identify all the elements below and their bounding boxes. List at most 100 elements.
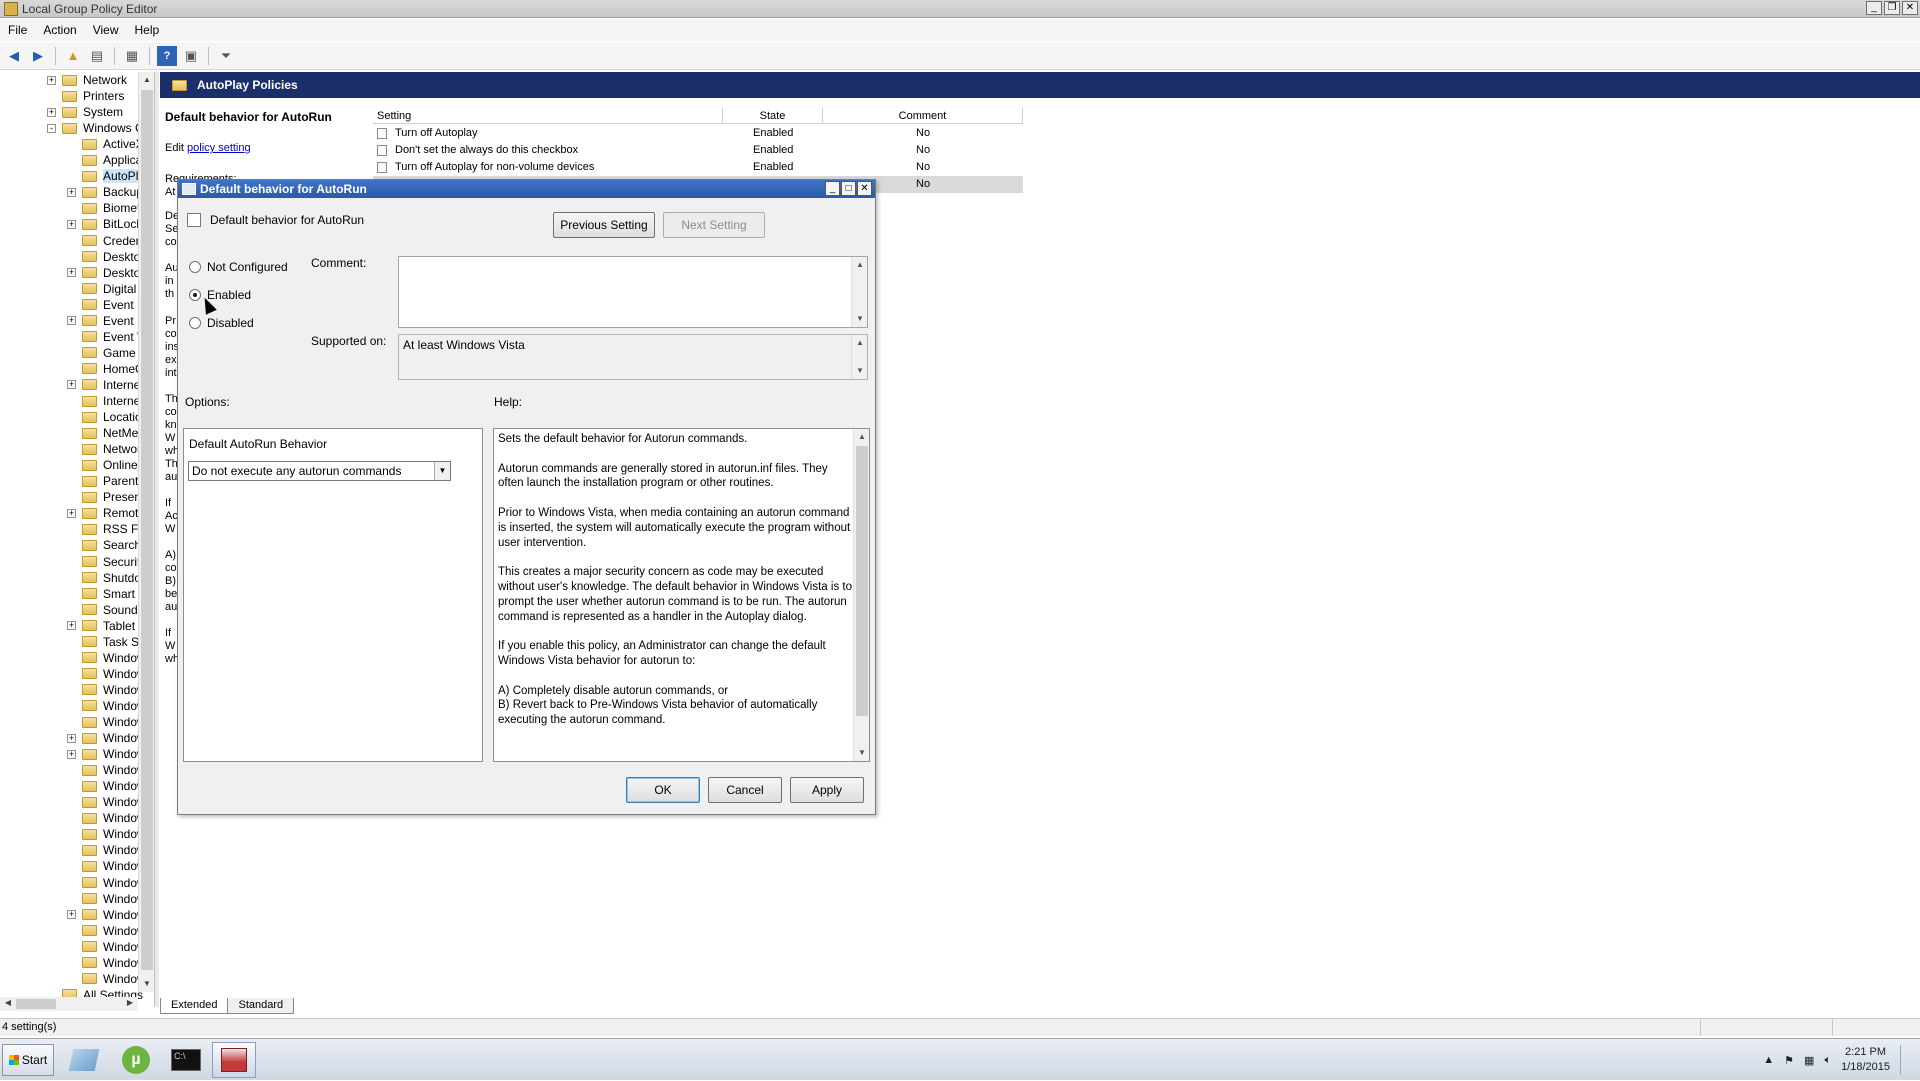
apply-button[interactable]: Apply — [790, 777, 864, 803]
help-scroll-thumb[interactable] — [856, 446, 868, 716]
export-list-icon[interactable]: ▦ — [122, 46, 142, 66]
properties-icon[interactable]: ▣ — [181, 46, 201, 66]
collapse-icon[interactable]: - — [47, 123, 56, 133]
tree-item[interactable]: + Event L — [67, 313, 144, 329]
tree-item[interactable]: + Window — [67, 907, 146, 923]
tree-item[interactable]: Window — [67, 875, 146, 891]
autorun-behavior-dropdown[interactable]: Do not execute any autorun commands ▼ — [188, 461, 451, 481]
action-center-flag-icon[interactable]: ⚑ — [1784, 1054, 1794, 1067]
expand-icon[interactable]: + — [67, 380, 76, 390]
restore-icon[interactable]: ❐ — [1884, 1, 1900, 15]
tree-item[interactable]: Window — [67, 939, 146, 955]
expand-icon[interactable]: + — [67, 910, 76, 920]
expand-icon[interactable]: + — [67, 621, 76, 631]
tree-item[interactable]: + System — [47, 104, 123, 120]
expand-icon[interactable]: + — [67, 733, 76, 743]
file-explorer-taskbar-icon[interactable] — [62, 1042, 106, 1078]
tree-item[interactable]: Locatior — [67, 409, 146, 425]
column-header-state[interactable]: State — [723, 108, 823, 124]
tree-item[interactable]: Sound F — [67, 602, 148, 618]
scroll-down-icon[interactable]: ▼ — [139, 976, 155, 992]
expand-icon[interactable]: + — [67, 508, 76, 518]
tree-item[interactable]: Window — [67, 794, 146, 810]
tree-item[interactable]: Smart C — [67, 586, 147, 602]
tree-item[interactable]: Parenta — [67, 473, 145, 489]
tree-item[interactable]: + BitLocke — [67, 216, 149, 232]
tree-item[interactable]: Window — [67, 955, 146, 971]
expand-icon[interactable]: + — [47, 107, 56, 117]
tree-item[interactable]: Biometr — [67, 200, 144, 216]
expand-icon[interactable]: + — [47, 75, 56, 85]
pane-splitter[interactable] — [155, 72, 159, 1007]
expand-icon[interactable]: + — [67, 219, 76, 229]
tree-item[interactable]: Event F — [67, 297, 144, 313]
tree-item[interactable]: Event V — [67, 329, 145, 345]
network-icon[interactable]: ▦ — [1804, 1054, 1814, 1067]
volume-icon[interactable]: 🔈︎ — [1824, 1054, 1831, 1067]
column-header-comment[interactable]: Comment — [823, 108, 1023, 124]
maximize-icon[interactable]: □ — [841, 181, 856, 196]
chevron-down-icon[interactable]: ▼ — [434, 462, 450, 480]
tree-item[interactable]: ActiveX — [67, 136, 144, 152]
tree-item[interactable]: Task Sc — [67, 634, 145, 650]
start-button[interactable]: Start — [2, 1044, 54, 1076]
scroll-up-icon[interactable]: ▲ — [854, 429, 870, 445]
table-row[interactable]: Turn off Autoplay Enabled No — [373, 125, 1023, 142]
tree-item[interactable]: NetMee — [67, 425, 145, 441]
tree-item[interactable]: + Window — [67, 746, 146, 762]
expand-icon[interactable]: + — [67, 187, 76, 197]
tree-item[interactable]: Game E — [67, 345, 147, 361]
supported-on-scrollbar[interactable]: ▲ ▼ — [851, 335, 867, 379]
radio-button-disabled[interactable] — [189, 317, 201, 329]
tree-item[interactable]: Window — [67, 650, 146, 666]
tree-item[interactable]: Window — [67, 858, 146, 874]
expand-icon[interactable]: + — [67, 749, 76, 759]
tree-item[interactable]: Window — [67, 778, 146, 794]
tree-item[interactable]: HomeGr — [67, 361, 148, 377]
up-folder-icon[interactable]: ▲ — [63, 46, 83, 66]
scroll-down-icon[interactable]: ▼ — [852, 363, 868, 379]
tree-item[interactable]: + Window — [67, 730, 146, 746]
scroll-right-icon[interactable]: ▶ — [122, 996, 138, 1010]
ok-button[interactable]: OK — [626, 777, 700, 803]
tree-item[interactable]: Window — [67, 666, 146, 682]
next-setting-button[interactable]: Next Setting — [663, 212, 765, 238]
tab-extended[interactable]: Extended — [160, 998, 229, 1014]
tree-item[interactable]: Desktop — [67, 249, 147, 265]
tree-item[interactable]: Networl — [67, 441, 144, 457]
utorrent-taskbar-icon[interactable]: µ — [114, 1042, 158, 1078]
expand-icon[interactable]: + — [67, 316, 76, 326]
tree-item[interactable]: Window — [67, 682, 146, 698]
tree-item[interactable]: Shutdov — [67, 570, 147, 586]
show-hide-tree-icon[interactable]: ▤ — [87, 46, 107, 66]
scroll-left-icon[interactable]: ◀ — [0, 996, 16, 1010]
comment-textbox[interactable]: ▲ ▼ — [398, 256, 868, 328]
tree-item[interactable]: Applicat — [67, 152, 146, 168]
clock[interactable]: 2:21 PM 1/18/2015 — [1841, 1045, 1890, 1075]
tree-item[interactable]: Interne — [67, 393, 140, 409]
tree-item[interactable]: Creden — [67, 233, 142, 249]
comment-scrollbar[interactable]: ▲ ▼ — [851, 257, 867, 327]
table-row[interactable]: Turn off Autoplay for non-volume devices… — [373, 159, 1023, 176]
scroll-up-icon[interactable]: ▲ — [852, 257, 868, 273]
menu-help[interactable]: Help — [127, 23, 168, 37]
tree-item[interactable]: + Interne — [67, 377, 140, 393]
close-icon[interactable]: ✕ — [857, 181, 872, 196]
scroll-up-icon[interactable]: ▲ — [852, 335, 868, 351]
tree-item[interactable]: Printers — [47, 88, 124, 104]
tree-item[interactable]: Window — [67, 826, 146, 842]
tree-item[interactable]: Search — [67, 537, 141, 553]
tree-horizontal-scrollbar[interactable]: ◀ ▶ — [0, 997, 138, 1011]
scroll-down-icon[interactable]: ▼ — [854, 745, 870, 761]
radio-not-configured[interactable]: Not Configured — [189, 260, 288, 274]
tree-item[interactable]: + Backup — [67, 184, 143, 200]
minimize-icon[interactable]: _ — [825, 181, 840, 196]
table-row[interactable]: Don't set the always do this checkbox Ena… — [373, 142, 1023, 159]
tree-item[interactable]: Window — [67, 698, 146, 714]
radio-disabled[interactable]: Disabled — [189, 316, 254, 330]
scroll-up-icon[interactable]: ▲ — [139, 72, 155, 88]
help-scrollbar[interactable]: ▲ ▼ — [853, 429, 869, 761]
tree-item[interactable]: Security — [67, 554, 146, 570]
help-icon[interactable]: ? — [157, 45, 177, 66]
menu-action[interactable]: Action — [35, 23, 84, 37]
